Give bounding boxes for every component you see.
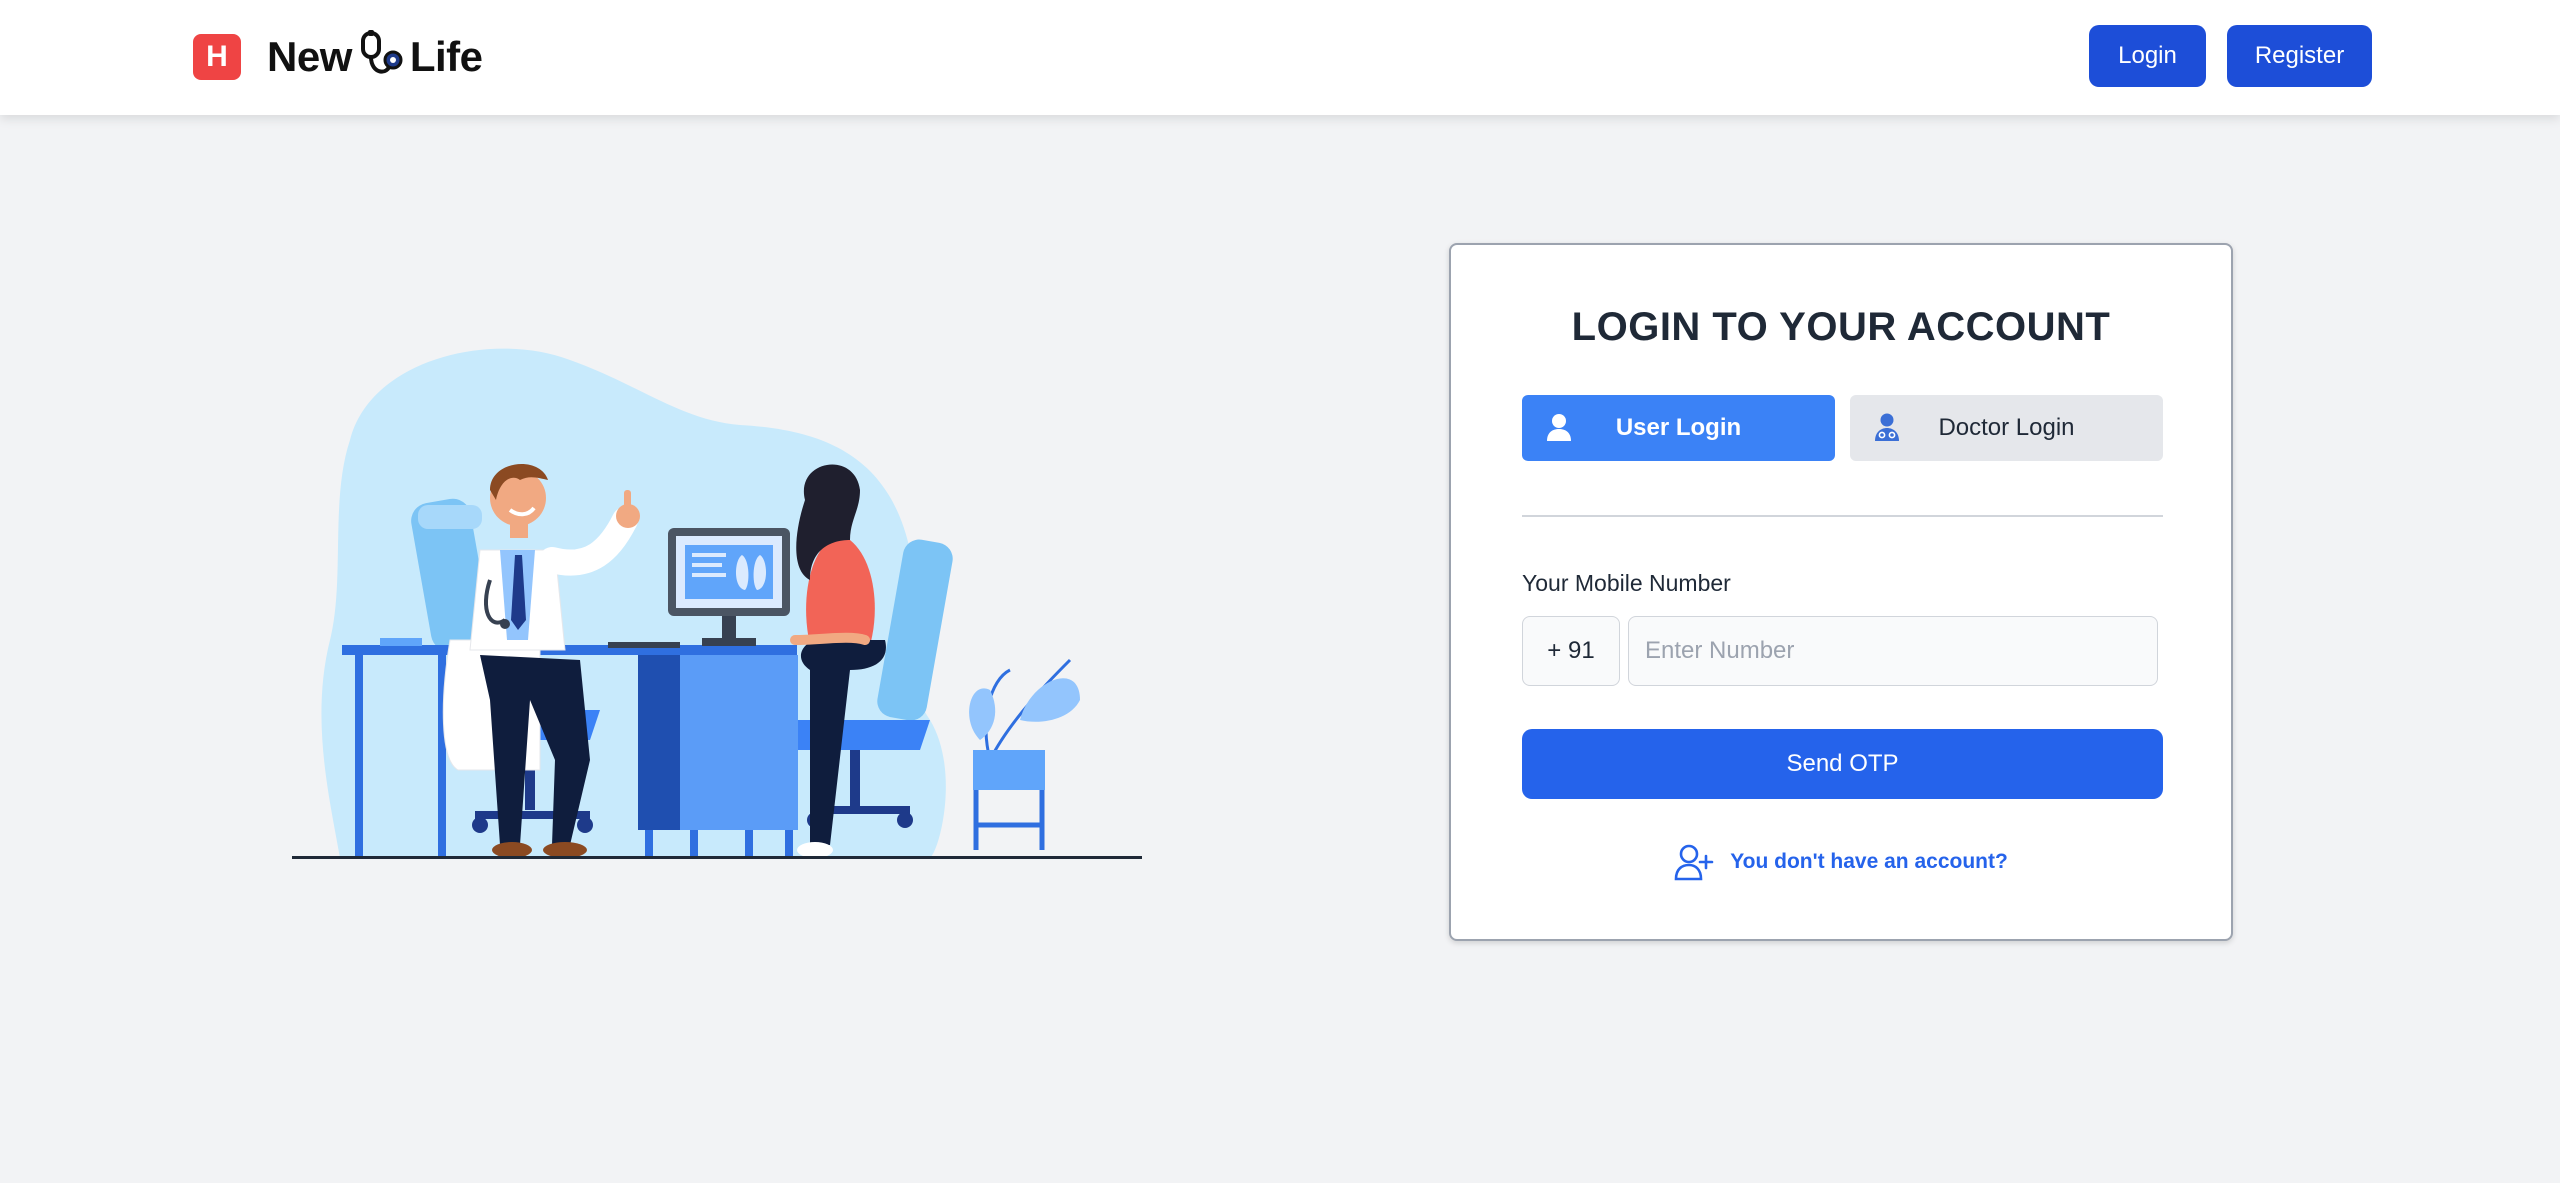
top-navbar: H New Life Login Register bbox=[0, 0, 2560, 115]
login-button[interactable]: Login bbox=[2089, 25, 2206, 87]
doctor-icon bbox=[1872, 412, 1902, 442]
signup-link-text: You don't have an account? bbox=[1730, 850, 2008, 873]
brand-name-part2: Life bbox=[409, 33, 483, 80]
logo-letter: H bbox=[206, 40, 228, 73]
stethoscope-icon bbox=[356, 29, 406, 85]
doctor-patient-illustration bbox=[290, 340, 1145, 870]
brand-logo[interactable]: H New Life bbox=[193, 29, 483, 85]
brand-name-part1: New bbox=[267, 33, 352, 80]
country-code-prefix: + 91 bbox=[1522, 616, 1620, 686]
mobile-number-input[interactable] bbox=[1628, 616, 2158, 686]
tab-user-login[interactable]: User Login bbox=[1522, 395, 1835, 461]
hospital-logo-icon: H bbox=[193, 34, 241, 80]
divider bbox=[1522, 515, 2163, 517]
tab-doctor-login[interactable]: Doctor Login bbox=[1850, 395, 2163, 461]
login-card: LOGIN TO YOUR ACCOUNT User Login Doctor … bbox=[1449, 243, 2233, 941]
add-user-icon bbox=[1674, 842, 1714, 882]
country-code-text: + 91 bbox=[1547, 637, 1595, 664]
send-otp-button[interactable]: Send OTP bbox=[1522, 729, 2163, 799]
signup-link[interactable]: You don't have an account? bbox=[1451, 842, 2231, 882]
user-icon bbox=[1544, 412, 1574, 442]
login-title: LOGIN TO YOUR ACCOUNT bbox=[1571, 305, 2111, 349]
register-button[interactable]: Register bbox=[2227, 25, 2372, 87]
mobile-number-label: Your Mobile Number bbox=[1522, 570, 1731, 596]
